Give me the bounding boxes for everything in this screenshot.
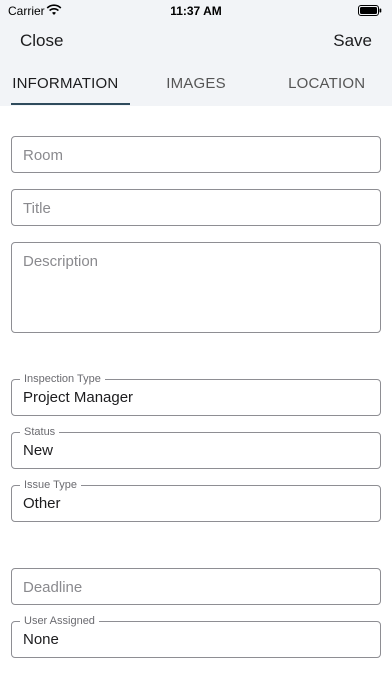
inspection-type-label: Inspection Type [20,372,105,386]
save-button[interactable]: Save [333,31,372,51]
status-select[interactable]: Status New [11,425,381,469]
deadline-field[interactable]: Deadline [11,568,381,605]
status-bar: Carrier 11:37 AM [0,0,392,22]
issue-type-value: Other [23,495,61,512]
tab-information[interactable]: INFORMATION [0,62,131,106]
issue-type-select[interactable]: Issue Type Other [11,478,381,522]
tab-images[interactable]: IMAGES [131,62,262,106]
room-placeholder: Room [23,147,64,164]
description-placeholder: Description [23,253,99,270]
status-value: New [23,442,54,459]
user-assigned-value: None [23,631,59,648]
clock-time: 11:37 AM [170,4,222,18]
title-placeholder: Title [23,200,51,217]
active-tab-indicator [11,103,130,105]
status-label: Status [20,425,60,439]
deadline-placeholder: Deadline [23,579,83,596]
user-assigned-label: User Assigned [20,614,99,628]
inspection-type-select[interactable]: Inspection Type Project Manager [11,372,381,416]
navigation-bar: Close Save [0,22,392,62]
title-field[interactable]: Title [11,189,381,226]
battery-icon [358,5,382,16]
issue-type-label: Issue Type [20,478,81,492]
close-button[interactable]: Close [20,31,63,51]
tab-bar: INFORMATION IMAGES LOCATION [0,62,392,106]
user-assigned-select[interactable]: User Assigned None [11,614,381,658]
room-field[interactable]: Room [11,136,381,173]
description-field[interactable]: Description [11,242,381,333]
inspection-type-value: Project Manager [23,389,134,406]
tab-location[interactable]: LOCATION [261,62,392,106]
